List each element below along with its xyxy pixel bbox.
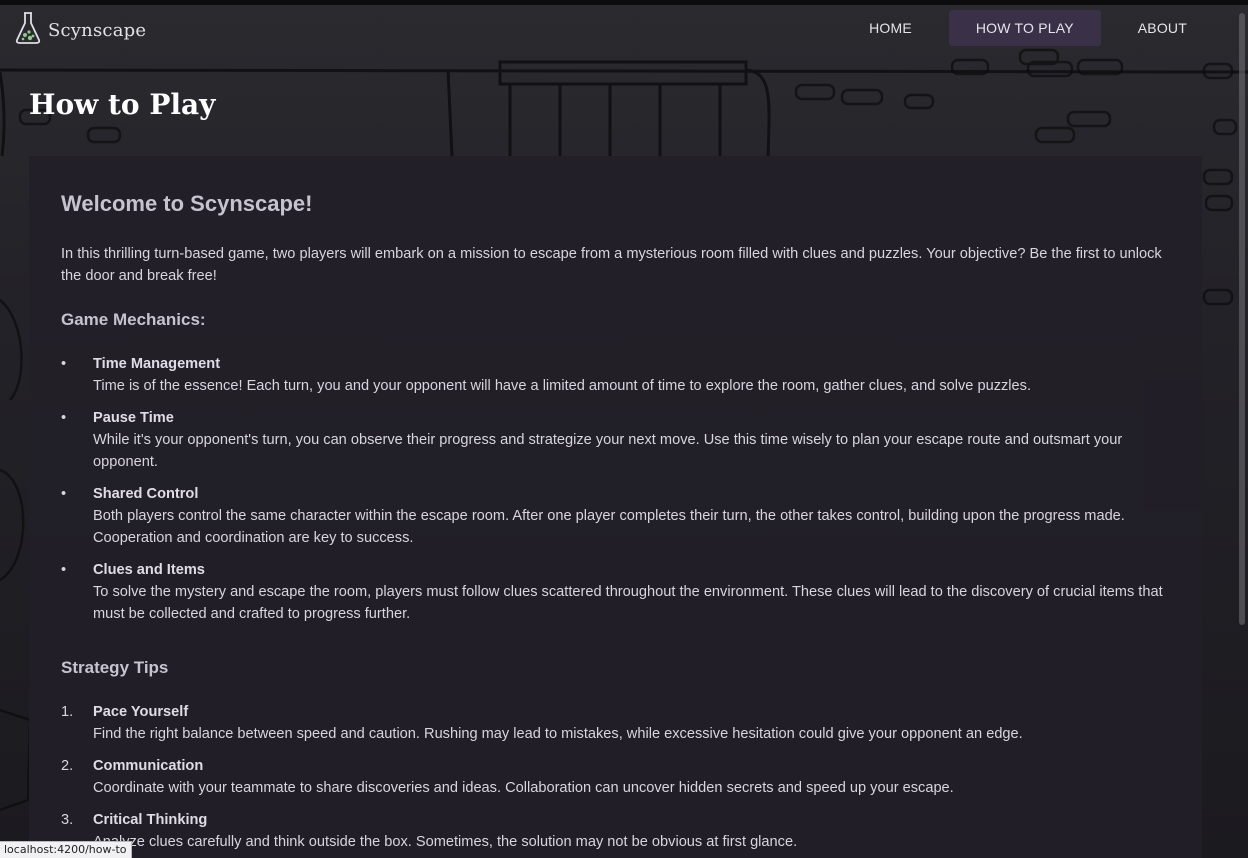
item-title: Shared Control [93, 486, 199, 502]
list-item: • Pause Time While it's your opponent's … [61, 407, 1170, 473]
item-title: Clues and Items [93, 562, 205, 578]
main-nav: HOME HOW TO PLAY ABOUT [842, 10, 1214, 46]
nav-how-to-play[interactable]: HOW TO PLAY [948, 10, 1101, 46]
item-title: Communication [93, 758, 204, 774]
item-title: Critical Thinking [93, 812, 208, 828]
list-number: 3. [61, 812, 74, 828]
link-status-bar: localhost:4200/how-to [0, 841, 132, 858]
brand[interactable]: Scynscape [14, 11, 146, 50]
item-description: To solve the mystery and escape the room… [93, 584, 1163, 622]
bullet: • [61, 562, 67, 578]
item-description: Find the right balance between speed and… [93, 726, 1023, 742]
page-title: How to Play [29, 88, 216, 121]
flask-icon [14, 11, 42, 50]
list-item: 2. Communication Coordinate with your te… [61, 755, 1170, 799]
content-card: Welcome to Scynscape! In this thrilling … [29, 156, 1202, 858]
list-item: • Shared Control Both players control th… [61, 483, 1170, 549]
strategy-tips-heading: Strategy Tips [61, 658, 169, 677]
list-item: 1. Pace Yourself Find the right balance … [61, 701, 1170, 745]
item-title: Pace Yourself [93, 704, 189, 720]
navbar: Scynscape HOME HOW TO PLAY ABOUT [0, 5, 1236, 49]
item-description: While it's your opponent's turn, you can… [93, 432, 1123, 470]
item-description: Time is of the essence! Each turn, you a… [93, 378, 1032, 394]
mechanics-heading: Game Mechanics: [61, 310, 206, 329]
item-description: Coordinate with your teammate to share d… [93, 780, 954, 796]
scrollbar-thumb[interactable] [1239, 13, 1245, 625]
list-item: 3. Critical Thinking Analyze clues caref… [61, 809, 1170, 853]
mechanics-list: • Time Management Time is of the essence… [61, 353, 1170, 625]
item-description: Both players control the same character … [93, 508, 1125, 546]
bullet: • [61, 356, 67, 372]
item-description: Analyze clues carefully and think outsid… [93, 834, 798, 850]
bullet: • [61, 410, 67, 426]
tips-list: 1. Pace Yourself Find the right balance … [61, 701, 1170, 853]
item-title: Time Management [93, 356, 221, 372]
brand-name: Scynscape [48, 20, 147, 41]
list-item: • Time Management Time is of the essence… [61, 353, 1170, 397]
list-item: • Clues and Items To solve the mystery a… [61, 559, 1170, 625]
item-title: Pause Time [93, 410, 174, 426]
nav-about[interactable]: ABOUT [1111, 10, 1214, 46]
bullet: • [61, 486, 67, 502]
list-number: 1. [61, 704, 74, 720]
welcome-heading: Welcome to Scynscape! [61, 191, 313, 216]
nav-home[interactable]: HOME [842, 10, 939, 46]
intro-text: In this thrilling turn-based game, two p… [61, 246, 1162, 284]
list-number: 2. [61, 758, 74, 774]
page-scrollbar[interactable] [1236, 5, 1248, 858]
